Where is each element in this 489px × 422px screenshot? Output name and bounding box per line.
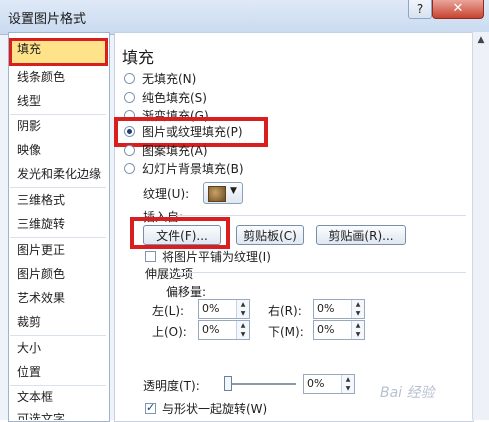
texture-swatch-icon — [208, 186, 226, 202]
dialog-title: 设置图片格式 — [8, 12, 87, 27]
bottom-offset-spinner[interactable]: 0% ▲ ▼ — [313, 320, 365, 340]
section-divider — [176, 272, 466, 273]
left-offset-spinner[interactable]: 0% ▲ ▼ — [198, 299, 250, 319]
highlight-box-file-button — [130, 217, 230, 249]
radio-label: 无填充(N) — [142, 71, 197, 86]
sidebar-item-text-box[interactable]: 文本框 — [9, 386, 107, 408]
radio-label: 幻灯片背景填充(B) — [142, 161, 244, 176]
sidebar-item-3d-format[interactable]: 三维格式 — [9, 189, 107, 211]
sidebar-item-crop[interactable]: 裁剪 — [9, 311, 107, 333]
clipart-button[interactable]: 剪贴画(R)... — [316, 225, 406, 245]
panel-heading: 填充 — [122, 48, 155, 67]
title-bar: 设置图片格式 ? ✕ — [0, 0, 489, 35]
radio-slide-background-fill[interactable]: 幻灯片背景填充(B) — [124, 160, 244, 176]
spinner-arrows-icon[interactable]: ▲ ▼ — [341, 375, 354, 393]
sidebar-item-reflection[interactable]: 映像 — [9, 139, 107, 161]
sidebar-divider — [10, 187, 106, 188]
sidebar-item-shadow[interactable]: 阴影 — [9, 115, 107, 137]
sidebar-item-3d-rotation[interactable]: 三维旋转 — [9, 213, 107, 235]
panel-scrollbar[interactable]: ▲ — [472, 32, 489, 420]
spinner-arrows-icon[interactable]: ▲ ▼ — [351, 300, 364, 318]
sidebar-item-glow-soft-edges[interactable]: 发光和柔化边缘 — [9, 163, 107, 185]
sidebar-item-position[interactable]: 位置 — [9, 361, 107, 383]
radio-pattern-fill[interactable]: 图案填充(A) — [124, 142, 208, 158]
sidebar-item-artistic-effects[interactable]: 艺术效果 — [9, 287, 107, 309]
top-offset-spinner[interactable]: 0% ▲ ▼ — [198, 320, 250, 340]
spinner-arrows-icon[interactable]: ▲ ▼ — [236, 300, 249, 318]
spinner-arrows-icon[interactable]: ▲ ▼ — [351, 321, 364, 339]
chevron-down-icon: ▼ — [230, 186, 237, 196]
format-picture-dialog: 设置图片格式 ? ✕ 填充 线条颜色 线型 阴影 映像 发光和柔化边缘 三维格式… — [0, 0, 489, 422]
top-offset-label: 上(O): — [152, 325, 187, 339]
sidebar-item-size[interactable]: 大小 — [9, 337, 107, 359]
tile-checkbox-label: 将图片平铺为纹理(I) — [162, 250, 271, 264]
sidebar-item-picture-color[interactable]: 图片颜色 — [9, 263, 107, 285]
radio-button-icon[interactable] — [124, 91, 135, 103]
radio-label: 纯色填充(S) — [142, 90, 207, 105]
close-button[interactable]: ✕ — [432, 0, 484, 19]
bottom-offset-value[interactable]: 0% — [317, 323, 334, 336]
bottom-offset-label: 下(M): — [268, 325, 304, 339]
sidebar-item-alt-text[interactable]: 可选文字 — [9, 408, 107, 420]
transparency-slider-thumb[interactable] — [224, 376, 232, 391]
transparency-value[interactable]: 0% — [307, 377, 324, 390]
texture-dropdown[interactable]: ▼ — [203, 182, 243, 204]
right-offset-spinner[interactable]: 0% ▲ ▼ — [313, 299, 365, 319]
top-offset-value[interactable]: 0% — [202, 323, 219, 336]
transparency-spinner[interactable]: 0% ▲ ▼ — [303, 374, 355, 394]
section-divider — [176, 215, 466, 216]
sidebar-item-line-style[interactable]: 线型 — [9, 90, 107, 112]
radio-label: 图案填充(A) — [142, 143, 208, 158]
clipboard-button[interactable]: 剪贴板(C) — [236, 225, 304, 245]
help-button[interactable]: ? — [408, 0, 432, 19]
sidebar-item-line-color[interactable]: 线条颜色 — [9, 66, 107, 88]
sidebar-divider — [10, 237, 106, 238]
offset-label: 偏移量: — [166, 285, 207, 299]
rotate-with-shape-label: 与形状一起旋转(W) — [162, 402, 268, 416]
radio-solid-fill[interactable]: 纯色填充(S) — [124, 89, 207, 105]
radio-button-icon[interactable] — [124, 162, 135, 174]
watermark-logo: Bai 经验 — [380, 385, 435, 401]
rotate-with-shape-checkbox[interactable] — [145, 401, 156, 414]
left-offset-label: 左(L): — [152, 304, 185, 318]
radio-button-icon[interactable] — [124, 72, 135, 84]
tile-checkbox[interactable] — [145, 251, 156, 262]
left-offset-value[interactable]: 0% — [202, 302, 219, 315]
sidebar-item-fill[interactable]: 填充 — [9, 38, 108, 66]
sidebar-divider — [10, 335, 106, 336]
sidebar-item-picture-corrections[interactable]: 图片更正 — [9, 239, 107, 261]
scroll-up-arrow-icon[interactable]: ▲ — [473, 32, 489, 48]
radio-no-fill[interactable]: 无填充(N) — [124, 70, 196, 86]
right-offset-label: 右(R): — [268, 304, 302, 318]
radio-button-icon[interactable] — [124, 144, 135, 156]
stretch-options-label: 伸展选项 — [145, 267, 194, 281]
transparency-label: 透明度(T): — [143, 379, 200, 393]
transparency-slider-track[interactable] — [224, 383, 296, 385]
spinner-arrows-icon[interactable]: ▲ ▼ — [236, 321, 249, 339]
right-offset-value[interactable]: 0% — [317, 302, 334, 315]
texture-label: 纹理(U): — [143, 187, 190, 201]
